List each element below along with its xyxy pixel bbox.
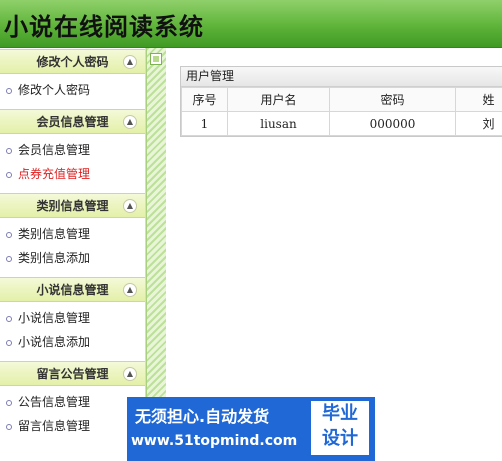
collapse-icon[interactable]: ▲ (123, 115, 137, 129)
sidebar-item-change-password[interactable]: 修改个人密码 (0, 78, 145, 102)
collapse-icon[interactable]: ▲ (123, 283, 137, 297)
column-header: 序号 (181, 87, 228, 112)
sidebar-item-label: 类别信息管理 (18, 227, 91, 241)
sidebar-item-label: 小说信息添加 (18, 335, 91, 349)
table-cell: 刘 (455, 111, 502, 136)
sidebar-item-label: 点券充值管理 (18, 167, 91, 181)
user-table: 序号 用户名 密码 姓 1 liusan 000000 刘 (181, 87, 502, 136)
column-header: 姓 (455, 87, 502, 112)
bullet-icon (6, 339, 12, 346)
bullet-icon (6, 171, 12, 178)
panel-title: 用户管理 (181, 67, 502, 87)
column-header: 用户名 (227, 87, 330, 112)
sidebar-item-message-management[interactable]: 留言信息管理 (0, 414, 145, 438)
column-header: 密码 (329, 87, 456, 112)
sidebar-group-title: 类别信息管理 (36, 199, 109, 213)
bullet-icon (6, 315, 12, 322)
sidebar-group-members[interactable]: 会员信息管理 ▲ (0, 109, 145, 134)
bullet-icon (6, 255, 12, 262)
user-management-panel: 用户管理 序号 用户名 密码 姓 1 liusan 000000 刘 (180, 66, 502, 137)
sidebar-item-novel-add[interactable]: 小说信息添加 (0, 330, 145, 354)
sidebar-item-category-add[interactable]: 类别信息添加 (0, 246, 145, 270)
advert-badge: 毕业 设计 (311, 401, 369, 455)
sidebar-item-label: 会员信息管理 (18, 143, 91, 157)
sidebar-group-password[interactable]: 修改个人密码 ▲ (0, 49, 145, 74)
sidebar-group-title: 会员信息管理 (36, 115, 109, 129)
table-cell: 1 (181, 111, 228, 136)
sidebar-group-title: 留言公告管理 (36, 367, 109, 381)
sidebar-group-novels[interactable]: 小说信息管理 ▲ (0, 277, 145, 302)
bullet-icon (6, 399, 12, 406)
table-cell: 000000 (329, 111, 456, 136)
sidebar-item-announcement-management[interactable]: 公告信息管理 (0, 390, 145, 414)
sidebar-group-title: 修改个人密码 (36, 55, 109, 69)
table-cell: liusan (227, 111, 330, 136)
sidebar-group-categories[interactable]: 类别信息管理 ▲ (0, 193, 145, 218)
advert-url: www.51topmind.com (131, 433, 298, 449)
bullet-icon (6, 231, 12, 238)
bullet-icon (6, 87, 12, 94)
sidebar-item-label: 小说信息管理 (18, 311, 91, 325)
collapse-icon[interactable]: ▲ (123, 55, 137, 69)
sidebar-toggle-icon[interactable] (150, 53, 162, 65)
advert-badge-line2: 设计 (322, 428, 358, 449)
sidebar-item-label: 修改个人密码 (18, 83, 91, 97)
sidebar-item-label: 留言信息管理 (18, 419, 91, 433)
table-header-row: 序号 用户名 密码 姓 (181, 87, 502, 112)
app-header: 小说在线阅读系统 (0, 0, 502, 48)
advert-badge-line1: 毕业 (322, 403, 358, 424)
sidebar-group-messages[interactable]: 留言公告管理 ▲ (0, 361, 145, 386)
app-title: 小说在线阅读系统 (4, 13, 204, 41)
sidebar-item-category-management[interactable]: 类别信息管理 (0, 222, 145, 246)
sidebar-item-label: 类别信息添加 (18, 251, 91, 265)
table-row[interactable]: 1 liusan 000000 刘 (181, 111, 502, 136)
bullet-icon (6, 423, 12, 430)
sidebar-group-title: 小说信息管理 (36, 283, 109, 297)
collapse-icon[interactable]: ▲ (123, 367, 137, 381)
advert-banner[interactable]: 无须担心.自动发货 www.51topmind.com 毕业 设计 (127, 397, 375, 461)
sidebar-item-novel-management[interactable]: 小说信息管理 (0, 306, 145, 330)
sidebar-item-points-recharge[interactable]: 点券充值管理 (0, 162, 145, 186)
sidebar: 修改个人密码 ▲ 修改个人密码 会员信息管理 ▲ 会员信息管理 点券充值管理 类… (0, 48, 146, 461)
advert-slogan: 无须担心.自动发货 (135, 407, 270, 426)
sidebar-item-label: 公告信息管理 (18, 395, 91, 409)
bullet-icon (6, 147, 12, 154)
collapse-icon[interactable]: ▲ (123, 199, 137, 213)
sidebar-item-member-management[interactable]: 会员信息管理 (0, 138, 145, 162)
